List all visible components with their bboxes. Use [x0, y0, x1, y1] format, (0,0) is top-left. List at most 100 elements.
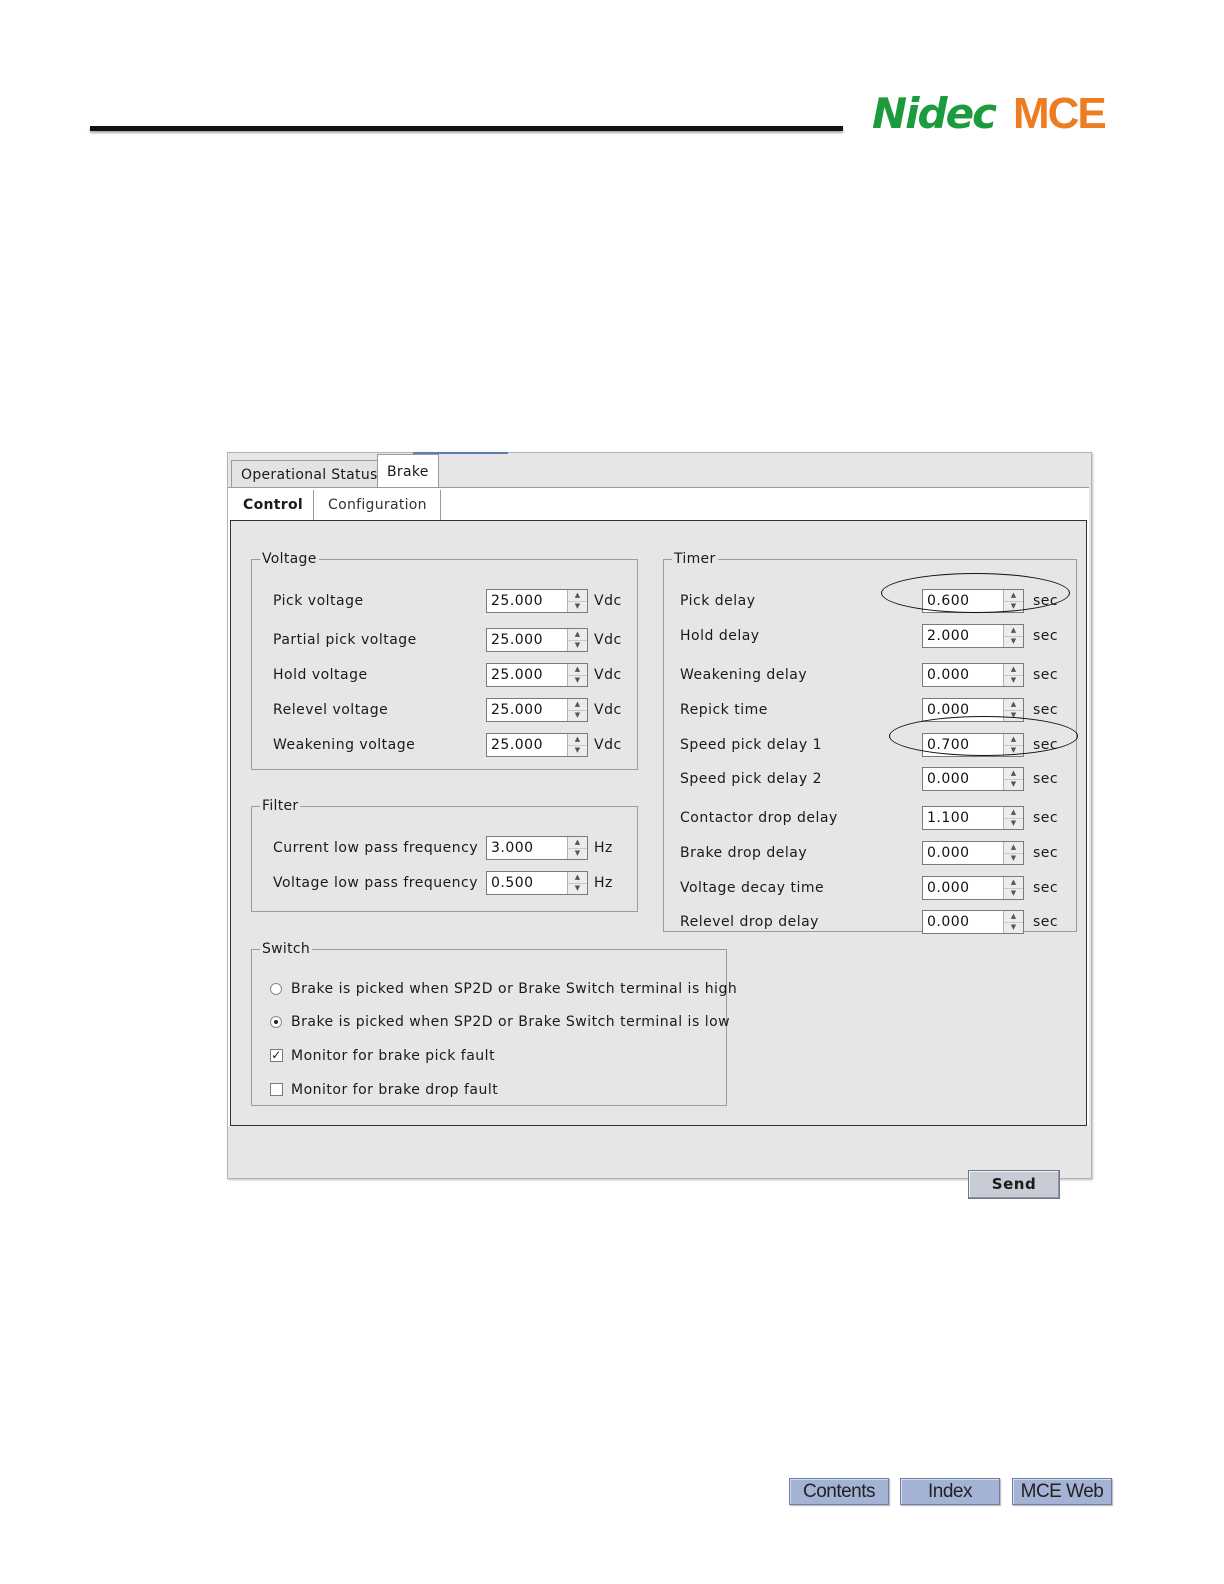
weakening-delay-spinner: ▲▼ [922, 663, 1024, 687]
contents-button[interactable]: Contents [789, 1478, 889, 1505]
speed-pick-delay-2-spinner: ▲▼ [922, 767, 1024, 791]
brake-panel: Control Configuration Voltage Pick volta… [228, 487, 1089, 1199]
control-content: Voltage Pick voltage▲▼VdcPartial pick vo… [230, 520, 1087, 1126]
relevel-drop-delay-input[interactable] [923, 911, 1007, 933]
spinner-buttons: ▲ ▼ [567, 699, 587, 721]
switch-legend: Switch [262, 941, 311, 957]
spin-down-icon[interactable]: ▼ [1004, 636, 1023, 647]
nidec-mce-logo: Nidec MCE [872, 89, 1107, 138]
hold-voltage-spinner: ▲▼ [486, 663, 588, 687]
hold-voltage-unit: Vdc [594, 667, 622, 683]
checkbox[interactable]: ✓ [270, 1049, 283, 1062]
hold-delay-spinner: ▲▼ [922, 624, 1024, 648]
spin-down-icon[interactable]: ▼ [1004, 818, 1023, 829]
hold-delay-row: Hold delay ▲▼ sec [664, 624, 1076, 648]
spin-down-icon[interactable]: ▼ [568, 848, 587, 859]
relevel-voltage-input[interactable] [487, 699, 571, 721]
hold-voltage-label: Hold voltage [273, 667, 368, 683]
voltage-decay-time-row: Voltage decay time ▲▼ sec [664, 876, 1076, 900]
contactor-drop-delay-row: Contactor drop delay ▲▼ sec [664, 806, 1076, 830]
index-button[interactable]: Index [900, 1478, 1000, 1505]
brake-drop-delay-row: Brake drop delay ▲▼ sec [664, 841, 1076, 865]
weakening-voltage-input[interactable] [487, 734, 571, 756]
highlight-oval-pick-delay [881, 573, 1070, 613]
contactor-drop-delay-label: Contactor drop delay [680, 810, 838, 826]
brake-drop-delay-input[interactable] [923, 842, 1007, 864]
voltage-legend: Voltage [262, 551, 317, 567]
spin-down-icon[interactable]: ▼ [568, 883, 587, 894]
relevel-drop-delay-label: Relevel drop delay [680, 914, 819, 930]
spinner-buttons: ▲ ▼ [1003, 877, 1023, 899]
speed-pick-delay-2-label: Speed pick delay 2 [680, 771, 822, 787]
spinner-buttons: ▲ ▼ [567, 590, 587, 612]
weakening-voltage-unit: Vdc [594, 737, 622, 753]
logo-mce: MCE [1013, 89, 1107, 138]
main-tabbar: Operational Status Brake [228, 453, 1091, 488]
voltage-low-pass-frequency-label: Voltage low pass frequency [273, 875, 479, 891]
current-low-pass-frequency-input[interactable] [487, 837, 571, 859]
partial-pick-voltage-spinner: ▲▼ [486, 628, 588, 652]
weakening-voltage-label: Weakening voltage [273, 737, 416, 753]
spin-down-icon[interactable]: ▼ [568, 710, 587, 721]
pick-voltage-spinner: ▲▼ [486, 589, 588, 613]
option-label: Monitor for brake pick fault [291, 1048, 496, 1064]
spinner-buttons: ▲ ▼ [567, 872, 587, 894]
spin-down-icon[interactable]: ▼ [1004, 779, 1023, 790]
relevel-drop-delay-row: Relevel drop delay ▲▼ sec [664, 910, 1076, 934]
hold-delay-label: Hold delay [680, 628, 760, 644]
tab-operational-status[interactable]: Operational Status [231, 460, 388, 488]
current-low-pass-frequency-label: Current low pass frequency [273, 840, 479, 856]
mce-web-button[interactable]: MCE Web [1012, 1478, 1112, 1505]
radio-selected-dot [274, 1020, 278, 1024]
header-rule [90, 126, 843, 131]
hold-voltage-input[interactable] [487, 664, 571, 686]
voltage-low-pass-frequency-spinner: ▲▼ [486, 871, 588, 895]
tab-brake[interactable]: Brake [377, 454, 439, 488]
spin-down-icon[interactable]: ▼ [568, 640, 587, 651]
voltage-low-pass-frequency-unit: Hz [594, 875, 613, 891]
spin-down-icon[interactable]: ▼ [568, 601, 587, 612]
spin-down-icon[interactable]: ▼ [1004, 675, 1023, 686]
spinner-buttons: ▲ ▼ [1003, 625, 1023, 647]
partial-pick-voltage-input[interactable] [487, 629, 571, 651]
relevel-voltage-spinner: ▲▼ [486, 698, 588, 722]
highlight-oval-speed-pick-delay-1 [889, 716, 1078, 756]
hold-delay-unit: sec [1033, 628, 1059, 644]
radio-button[interactable] [270, 983, 282, 995]
pick-delay-label: Pick delay [680, 593, 756, 609]
voltage-low-pass-frequency-input[interactable] [487, 872, 571, 894]
repick-time-unit: sec [1033, 702, 1059, 718]
spin-down-icon[interactable]: ▼ [1004, 888, 1023, 899]
spinner-buttons: ▲ ▼ [567, 837, 587, 859]
spinner-buttons: ▲ ▼ [567, 734, 587, 756]
voltage-decay-time-unit: sec [1033, 880, 1059, 896]
speed-pick-delay-1-label: Speed pick delay 1 [680, 737, 822, 753]
weakening-delay-input[interactable] [923, 664, 1007, 686]
pick-voltage-input[interactable] [487, 590, 571, 612]
speed-pick-delay-2-input[interactable] [923, 768, 1007, 790]
contactor-drop-delay-spinner: ▲▼ [922, 806, 1024, 830]
spinner-buttons: ▲ ▼ [1003, 768, 1023, 790]
timer-legend: Timer [674, 551, 716, 567]
voltage-decay-time-input[interactable] [923, 877, 1007, 899]
partial-pick-voltage-row: Partial pick voltage ▲▼ Vdc [252, 628, 637, 652]
option-label: Brake is picked when SP2D or Brake Switc… [291, 981, 738, 997]
send-button[interactable]: Send [968, 1170, 1060, 1199]
hold-voltage-row: Hold voltage ▲▼ Vdc [252, 663, 637, 687]
logo-nidec: Nidec [872, 89, 997, 138]
subtab-control[interactable]: Control [230, 490, 314, 520]
spin-down-icon[interactable]: ▼ [1004, 922, 1023, 933]
hold-delay-input[interactable] [923, 625, 1007, 647]
subtab-configuration[interactable]: Configuration [315, 490, 441, 520]
brake-drop-delay-label: Brake drop delay [680, 845, 808, 861]
checkbox[interactable] [270, 1083, 283, 1096]
brake-drop-delay-spinner: ▲▼ [922, 841, 1024, 865]
checkmark-icon: ✓ [271, 1048, 282, 1062]
current-low-pass-frequency-spinner: ▲▼ [486, 836, 588, 860]
brake-drop-delay-unit: sec [1033, 845, 1059, 861]
spin-down-icon[interactable]: ▼ [568, 675, 587, 686]
contactor-drop-delay-input[interactable] [923, 807, 1007, 829]
radio-button[interactable] [270, 1016, 282, 1028]
spin-down-icon[interactable]: ▼ [1004, 853, 1023, 864]
spin-down-icon[interactable]: ▼ [568, 745, 587, 756]
